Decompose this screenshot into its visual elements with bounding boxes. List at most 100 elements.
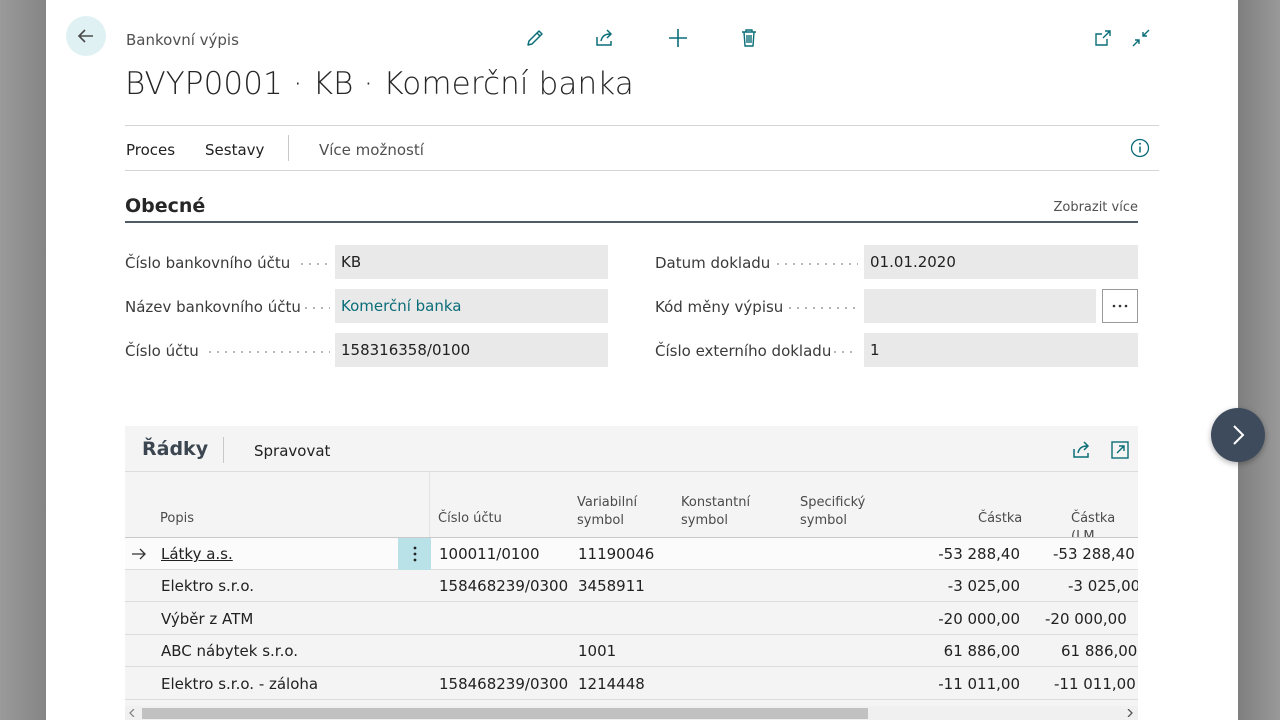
lines-grid: Popis Číslo účtu Variabilní symbol Konsta… xyxy=(125,472,1138,704)
cell-amount[interactable]: -53 288,40 xyxy=(938,545,1020,563)
current-row-arrow-icon xyxy=(132,548,146,560)
external-doc-no-label: Číslo externího dokladu xyxy=(655,342,832,360)
info-button[interactable] xyxy=(1130,138,1150,158)
column-divider xyxy=(429,472,430,538)
scrollbar-thumb[interactable] xyxy=(142,708,868,719)
edit-button[interactable] xyxy=(523,26,547,50)
general-section-title[interactable]: Obecné xyxy=(125,195,205,217)
page-title: BVYP0001 · KB · Komerční banka xyxy=(125,66,634,102)
cell-account-no[interactable]: 100011/0100 xyxy=(439,545,540,563)
bank-account-no-field[interactable]: KB xyxy=(335,245,608,279)
cell-amount[interactable]: -3 025,00 xyxy=(948,577,1020,595)
new-button[interactable] xyxy=(666,26,690,50)
cell-description[interactable]: Elektro s.r.o. - záloha xyxy=(161,675,318,693)
action-more-options[interactable]: Více možností xyxy=(319,141,424,159)
account-no-label: Číslo účtu xyxy=(125,342,199,360)
next-record-button[interactable] xyxy=(1211,408,1265,462)
cell-description[interactable]: ABC nábytek s.r.o. xyxy=(161,642,298,660)
cell-amount-lcy[interactable]: -3 025,00 xyxy=(1068,577,1138,595)
column-header-text: symbol xyxy=(800,513,847,528)
cell-description[interactable]: Výběr z ATM xyxy=(161,610,253,628)
leader-dots xyxy=(302,307,330,309)
edit-icon xyxy=(527,30,543,46)
cell-amount[interactable]: -20 000,00 xyxy=(938,610,1020,628)
backdrop-right xyxy=(1238,0,1280,720)
delete-button[interactable] xyxy=(737,26,761,50)
bank-account-name-label: Název bankovního účtu xyxy=(125,298,301,316)
cell-account-no[interactable]: 158468239/0300 xyxy=(439,675,568,693)
cell-variable-symbol[interactable]: 11190046 xyxy=(578,545,654,563)
bank-account-name-field[interactable]: Komerční banka xyxy=(335,289,608,323)
lines-title[interactable]: Řádky xyxy=(142,438,208,460)
back-button[interactable] xyxy=(66,16,106,56)
row-actions-button[interactable] xyxy=(398,538,431,570)
share-icon xyxy=(1073,441,1090,458)
column-header-text: symbol xyxy=(681,513,728,528)
cell-account-no[interactable]: 158468239/0300 xyxy=(439,577,568,595)
cell-amount[interactable]: -11 011,00 xyxy=(938,675,1020,693)
column-header-variable-symbol[interactable]: Variabilní symbol xyxy=(577,494,637,530)
info-icon xyxy=(1130,138,1150,158)
cell-variable-symbol[interactable]: 1001 xyxy=(578,642,616,660)
cell-amount-lcy[interactable]: 61 886,00 xyxy=(1061,642,1137,660)
leader-dots xyxy=(786,307,858,309)
action-bar: Proces Sestavy Více možností xyxy=(125,125,1159,171)
share-icon xyxy=(596,29,613,46)
collapse-button[interactable] xyxy=(1129,26,1153,50)
lines-manage-action[interactable]: Spravovat xyxy=(254,442,330,460)
breadcrumb: Bankovní výpis xyxy=(126,31,239,49)
open-new-window-icon xyxy=(1095,30,1111,46)
action-process[interactable]: Proces xyxy=(126,141,175,159)
table-row[interactable]: Výběr z ATM -20 000,00 -20 000,00 xyxy=(125,603,1138,635)
table-row[interactable]: Látky a.s. 100011/0100 11190046 -53 288,… xyxy=(125,538,1138,570)
column-header-text: Konstantní xyxy=(681,495,751,510)
bank-account-no-label: Číslo bankovního účtu xyxy=(125,254,291,272)
scroll-left-icon[interactable] xyxy=(128,709,136,717)
lines-header: Řádky Spravovat xyxy=(125,426,1138,472)
cell-description[interactable]: Látky a.s. xyxy=(161,545,233,563)
document-date-label: Datum dokladu xyxy=(655,254,771,272)
leader-dots xyxy=(831,351,858,353)
cell-amount-lcy[interactable]: -20 000,00 xyxy=(1045,610,1127,628)
show-more-link[interactable]: Zobrazit více xyxy=(1053,200,1138,215)
document-date-field[interactable]: 01.01.2020 xyxy=(864,245,1138,279)
account-no-field[interactable]: 158316358/0100 xyxy=(335,333,608,367)
cell-variable-symbol[interactable]: 3458911 xyxy=(578,577,645,595)
column-header-text: symbol xyxy=(577,513,624,528)
cell-amount-lcy[interactable]: -53 288,40 xyxy=(1053,545,1135,563)
ellipsis-icon xyxy=(1112,304,1128,308)
lines-expand-button[interactable] xyxy=(1109,439,1131,461)
share-button[interactable] xyxy=(593,26,617,50)
column-header-description[interactable]: Popis xyxy=(160,510,194,528)
general-section-header: Obecné Zobrazit více xyxy=(125,193,1138,223)
table-row[interactable]: Elektro s.r.o. 158468239/0300 3458911 -3… xyxy=(125,570,1138,602)
cell-amount[interactable]: 61 886,00 xyxy=(944,642,1020,660)
collapse-icon xyxy=(1132,29,1150,47)
column-header-constant-symbol[interactable]: Konstantní symbol xyxy=(681,494,750,530)
external-doc-no-field[interactable]: 1 xyxy=(864,333,1138,367)
delete-icon xyxy=(742,29,756,47)
column-header-text: Variabilní xyxy=(577,495,638,510)
table-row[interactable]: Elektro s.r.o. - záloha 158468239/0300 1… xyxy=(125,668,1138,700)
column-header-account-no[interactable]: Číslo účtu xyxy=(438,510,502,528)
cell-variable-symbol[interactable]: 1214448 xyxy=(578,675,645,693)
action-reports[interactable]: Sestavy xyxy=(205,141,264,159)
cell-amount-lcy[interactable]: -11 011,00 xyxy=(1054,675,1136,693)
currency-code-label: Kód měny výpisu xyxy=(655,298,784,316)
lines-share-button[interactable] xyxy=(1071,439,1093,461)
currency-lookup-button[interactable] xyxy=(1102,289,1138,323)
expand-icon xyxy=(1111,441,1129,459)
bank-statement-card: Bankovní výpis BVYP0001 · KB · Komerční … xyxy=(46,0,1238,720)
leader-dots xyxy=(298,263,330,265)
scroll-right-icon[interactable] xyxy=(1126,709,1134,717)
chevron-right-icon xyxy=(1233,425,1245,445)
horizontal-scrollbar[interactable] xyxy=(125,706,1138,720)
back-arrow-icon xyxy=(77,29,93,43)
add-icon xyxy=(669,29,687,47)
currency-code-field[interactable] xyxy=(864,289,1096,323)
column-header-specific-symbol[interactable]: Specifický symbol xyxy=(800,494,865,530)
column-header-amount[interactable]: Částka xyxy=(978,510,1022,528)
open-new-window-button[interactable] xyxy=(1091,26,1115,50)
table-row[interactable]: ABC nábytek s.r.o. 1001 61 886,00 61 886… xyxy=(125,635,1138,667)
cell-description[interactable]: Elektro s.r.o. xyxy=(161,577,254,595)
